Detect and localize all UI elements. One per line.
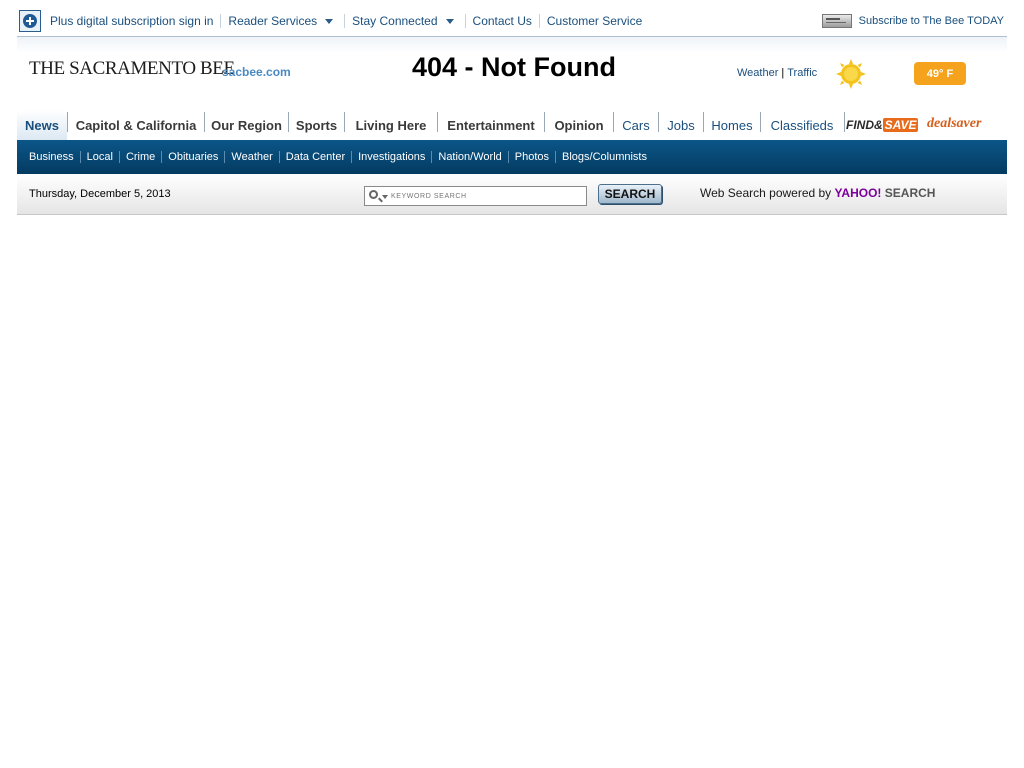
sacbee-site-link[interactable]: sacbee.com bbox=[222, 65, 291, 79]
search-icon bbox=[369, 190, 378, 199]
subnav-item-crime[interactable]: Crime bbox=[118, 151, 161, 163]
nav-item-homes[interactable]: Homes bbox=[704, 110, 760, 140]
header-gradient bbox=[17, 37, 1007, 53]
subnav-item-weather[interactable]: Weather bbox=[224, 151, 278, 163]
page-title: 404 - Not Found bbox=[412, 52, 616, 82]
dealsaver-logo[interactable]: dealsaver bbox=[927, 116, 981, 132]
contact-us-label: Contact Us bbox=[472, 14, 532, 28]
date-search-bar: Thursday, December 5, 2013 SEARCH Web Se… bbox=[17, 174, 1007, 215]
chevron-down-icon[interactable] bbox=[382, 195, 388, 199]
sacramento-bee-logo[interactable]: THE SACRAMENTO BEE bbox=[29, 58, 235, 80]
nav-item-capitol-california[interactable]: Capitol & California bbox=[68, 110, 204, 140]
web-search-credit: Web Search powered by YAHOO! SEARCH bbox=[700, 186, 935, 200]
save-text: SAVE bbox=[882, 118, 919, 132]
newspaper-icon bbox=[821, 14, 852, 28]
web-search-prefix: Web Search powered by bbox=[700, 186, 832, 200]
subnav-item-local[interactable]: Local bbox=[79, 151, 119, 163]
nav-item-classifieds[interactable]: Classifieds bbox=[761, 110, 843, 140]
chevron-down-icon bbox=[325, 18, 334, 24]
nav-item-news[interactable]: News bbox=[17, 110, 67, 140]
nav-item-opinion[interactable]: Opinion bbox=[545, 110, 613, 140]
subnav-item-data-center[interactable]: Data Center bbox=[278, 151, 351, 163]
keyword-search-input[interactable] bbox=[391, 188, 581, 204]
nav-item-our-region[interactable]: Our Region bbox=[205, 110, 288, 140]
chevron-down-icon bbox=[445, 18, 454, 24]
sun-icon bbox=[836, 59, 866, 89]
find-and-save-logo[interactable]: FIND& SAVE bbox=[846, 118, 919, 132]
customer-service-link[interactable]: Customer Service bbox=[538, 14, 649, 28]
weather-link[interactable]: Weather bbox=[737, 67, 778, 79]
reader-services-label: Reader Services bbox=[228, 14, 318, 28]
subscribe-label: Subscribe to The Bee TODAY bbox=[858, 15, 1004, 27]
nav-divider bbox=[844, 112, 845, 132]
subnav-item-nation-world[interactable]: Nation/World bbox=[431, 151, 507, 163]
plus-icon[interactable] bbox=[19, 10, 41, 32]
nav-item-jobs[interactable]: Jobs bbox=[659, 110, 703, 140]
subnav-item-photos[interactable]: Photos bbox=[507, 151, 555, 163]
stay-connected-label: Stay Connected bbox=[352, 14, 438, 28]
link-separator: | bbox=[781, 67, 785, 79]
yahoo-search-text: SEARCH bbox=[884, 186, 936, 200]
contact-us-link[interactable]: Contact Us bbox=[464, 14, 539, 28]
traffic-link[interactable]: Traffic bbox=[787, 67, 817, 79]
subnav-item-blogs-columnists[interactable]: Blogs/Columnists bbox=[555, 151, 653, 163]
current-date: Thursday, December 5, 2013 bbox=[29, 188, 171, 200]
top-links: Plus digital subscription sign in Reader… bbox=[50, 14, 649, 28]
nav-item-cars[interactable]: Cars bbox=[614, 110, 658, 140]
yahoo-logo[interactable]: YAHOO! bbox=[835, 186, 882, 200]
subnav-item-obituaries[interactable]: Obituaries bbox=[161, 151, 224, 163]
search-button[interactable]: SEARCH bbox=[598, 184, 662, 204]
nav-item-entertainment[interactable]: Entertainment bbox=[438, 110, 544, 140]
customer-service-label: Customer Service bbox=[546, 14, 643, 28]
plus-signin-link[interactable]: Plus digital subscription sign in bbox=[50, 14, 220, 28]
reader-services-menu[interactable]: Reader Services bbox=[220, 14, 344, 28]
subnav-item-business[interactable]: Business bbox=[29, 151, 80, 163]
weather-traffic-links: Weather | Traffic bbox=[737, 67, 817, 79]
subnav-item-investigations[interactable]: Investigations bbox=[351, 151, 431, 163]
page-wrapper: Plus digital subscription sign in Reader… bbox=[17, 0, 1007, 768]
section-subnav: Business Local Crime Obituaries Weather … bbox=[17, 140, 1007, 174]
stay-connected-menu[interactable]: Stay Connected bbox=[344, 14, 464, 28]
nav-item-sports[interactable]: Sports bbox=[289, 110, 344, 140]
keyword-search-box[interactable] bbox=[364, 186, 587, 206]
nav-item-living-here[interactable]: Living Here bbox=[345, 110, 437, 140]
find-text: FIND& bbox=[846, 118, 883, 132]
subscribe-link[interactable]: Subscribe to The Bee TODAY bbox=[821, 14, 1004, 28]
top-utility-bar: Plus digital subscription sign in Reader… bbox=[17, 8, 1007, 36]
plus-signin-label: Plus digital subscription sign in bbox=[50, 14, 214, 28]
temperature-badge[interactable]: 49° F bbox=[914, 62, 966, 85]
